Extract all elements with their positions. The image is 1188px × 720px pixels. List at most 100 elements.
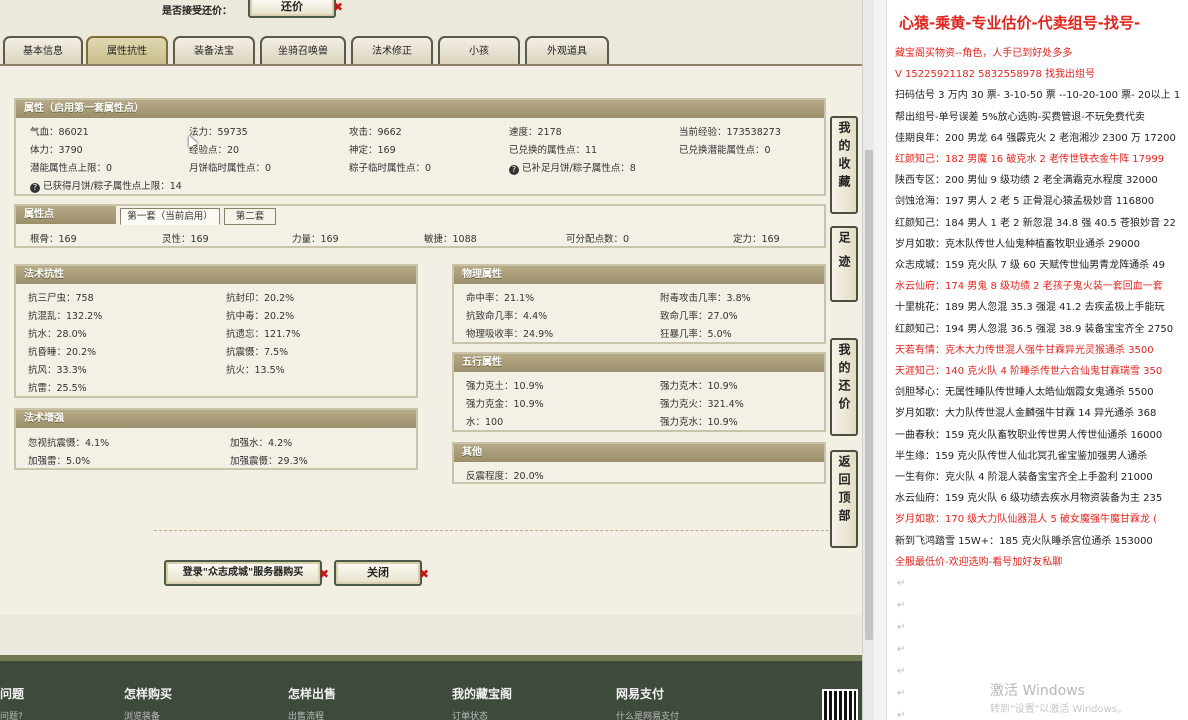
attr-hp: 气血：86021 (30, 127, 89, 138)
footer-link-netease-pay[interactable]: 网易支付 (616, 685, 664, 702)
physical-panel: 物理属性 命中率：21.1% 附毒攻击几率：3.8% 抗致命几率：4.4% 致命… (452, 264, 826, 344)
attr-potential-cap: 潜能属性点上限：0 (30, 163, 113, 174)
side-my-offers-button[interactable]: 我的还价 (830, 338, 858, 436)
paragraph-mark: ↵ (897, 644, 906, 655)
note-line: 岁月如歌：克木队传世人仙鬼种植畜牧职业通杀 29000 (895, 238, 1140, 250)
attr-speed: 速度：2178 (509, 127, 562, 138)
attr-obtained-cap: ? 已获得月饼/粽子属性点上限：14 (30, 178, 182, 193)
note-line: V 15225921182 5832558978 找我出组号 (895, 69, 1095, 81)
activation-watermark-sub: 转到"设置"以激活 Windows。 (990, 704, 1128, 715)
physical-title: 物理属性 (454, 266, 824, 284)
note-line: 半生缘：159 克火队传世人仙北冥孔雀宝鉴加强男人通杀 (895, 450, 1148, 462)
scrollbar-thumb[interactable] (865, 150, 873, 640)
qr-code-icon (822, 689, 858, 720)
note-line: 全服最低价-欢迎选购-看号加好友私聊 (895, 556, 1063, 568)
side-back-to-top-label: 返回顶部 (837, 455, 851, 527)
note-line: 一生有你：克火队 4 阶混人装备宝宝齐全上手盈利 21000 (895, 472, 1153, 483)
close-button[interactable]: 关闭 (334, 560, 422, 586)
attr-exp-points: 经验点：20 (189, 145, 240, 156)
paragraph-mark: ↵ (897, 710, 906, 720)
note-line: 红颜知己：194 男人忽混 36.5 强混 38.9 装备宝宝齐全 2750 (895, 323, 1174, 335)
other-panel: 其他 反震程度：20.0% (452, 442, 826, 484)
side-favorites-button[interactable]: 我的收藏 (830, 116, 858, 214)
note-line: 水云仙府：159 克火队 6 级功绩去疾水月物资装备为主 235 (895, 493, 1163, 505)
boost-cell: 忽视抗震慑：4.1% (28, 438, 110, 449)
window-gap (874, 0, 886, 720)
note-line: 藏宝阁买物资--角色，人手已到好处多多 (895, 48, 1073, 59)
attr-mooncake-temp: 月饼临时属性点：0 (189, 163, 272, 174)
pt-spirit: 灵性：169 (162, 234, 209, 245)
pt-strength: 力量：169 (292, 234, 339, 245)
note-line: 红颜知己：184 男人 1 老 2 新忽混 34.8 强 40.5 苍狼妙音 2… (895, 217, 1176, 229)
attr-zongzi-temp: 粽子临时属性点：0 (349, 163, 432, 174)
footer-sub[interactable]: 出售流程 (288, 709, 324, 720)
tab-spell-mods[interactable]: 法术修正 (351, 36, 433, 66)
note-line: 天涯知己：140 克火队 4 阶睡杀传世六合仙鬼甘霖瑞雪 350 (895, 366, 1163, 377)
res-cell: 抗火：13.5% (226, 365, 285, 376)
pt-assignable: 可分配点数：0 (566, 234, 630, 245)
footer-link-faq[interactable]: 问题 (0, 685, 24, 702)
question-icon[interactable]: ? (30, 183, 40, 193)
elem-cell: 强力克木：10.9% (660, 381, 738, 392)
page-scrollbar[interactable] (862, 0, 874, 720)
tab-points-set2[interactable]: 第二套 (224, 208, 276, 225)
attr-mp: 法力：59735 (189, 127, 248, 138)
boost-cell: 加强雷：5.0% (28, 456, 91, 467)
elem-cell: 水：100 (466, 417, 504, 428)
tab-basic-info[interactable]: 基本信息 (3, 36, 83, 66)
attr-exchanged: 已兑换的属性点：11 (509, 145, 598, 156)
elements-panel: 五行属性 强力克土：10.9% 强力克木：10.9% 强力克金：10.9% 强力… (452, 352, 826, 432)
res-cell: 抗震慑：7.5% (226, 347, 289, 358)
res-cell: 抗风：33.3% (28, 365, 87, 376)
phys-cell: 物理吸收率：24.9% (466, 329, 554, 340)
tab-equipment[interactable]: 装备法宝 (173, 36, 255, 66)
side-back-to-top-button[interactable]: 返回顶部 (830, 450, 858, 548)
tab-appearance[interactable]: 外观道具 (525, 36, 609, 66)
offer-label: 是否接受还价： (162, 6, 232, 17)
note-line: 陕西专区：200 男仙 9 级功绩 2 老全满霜克水程度 32000 (895, 175, 1158, 187)
phys-cell: 命中率：21.1% (466, 293, 535, 304)
footer-sub[interactable]: 问题? (0, 709, 23, 720)
phys-cell: 狂暴几率：5.0% (660, 329, 732, 340)
note-line: 佳期良年：200 男龙 64 强霹克火 2 老泡湘沙 2300 万 17200 (895, 132, 1176, 144)
phys-cell: 附毒攻击几率：3.8% (660, 293, 751, 304)
question-icon[interactable]: ? (509, 165, 519, 175)
footer-sub[interactable]: 浏览装备 (124, 709, 160, 720)
buy-button[interactable]: 登录"众志成城"服务器购买 (164, 560, 322, 586)
paragraph-mark: ↵ (897, 578, 906, 589)
divider (154, 530, 854, 531)
tab-mounts-pets[interactable]: 坐骑召唤兽 (260, 36, 346, 66)
tab-points-set1[interactable]: 第一套（当前启用） (120, 208, 220, 225)
boost-panel: 法术增强 忽视抗震慑：4.1% 加强水：4.2% 加强雷：5.0% 加强震慑：2… (14, 408, 418, 470)
res-cell: 抗雷：25.5% (28, 383, 87, 394)
footer-sub[interactable]: 什么是网易支付 (616, 709, 679, 720)
note-line: 众志成城：159 克火队 7 级 60 天赋传世仙男青龙阵通杀 49 (895, 260, 1165, 271)
side-history-button[interactable]: 足迹 (830, 226, 858, 302)
res-cell: 抗三尸虫：758 (28, 293, 94, 304)
footer-link-how-to-sell[interactable]: 怎样出售 (288, 685, 336, 702)
tab-child[interactable]: 小孩 (438, 36, 520, 66)
note-line: 剑胆琴心：无属性睡队传世睡人太皓仙烟霞女鬼通杀 5500 (895, 387, 1154, 399)
phys-cell: 致命几率：27.0% (660, 311, 738, 322)
resist-panel: 法术抗性 抗三尸虫：758 抗封印：20.2% 抗混乱：132.2% 抗中毒：2… (14, 264, 418, 398)
elem-cell: 强力克水：10.9% (660, 417, 738, 428)
points-title: 属性点 (16, 206, 116, 224)
note-line: 红颜知己：182 男魔 16 破克水 2 老传世铁衣金牛阵 17999 (895, 154, 1165, 165)
offer-row: 是否接受还价： 还价 ✖ (0, 0, 862, 22)
footer-sub[interactable]: 订单状态 (452, 709, 488, 720)
notes-document[interactable]: 心猿-乘黄-专业估价-代卖组号-找号- 藏宝阁买物资--角色，人手已到好处多多 V… (886, 0, 1188, 720)
paragraph-mark: ↵ (897, 666, 906, 677)
note-line: 一曲春秋：159 克火队畜牧职业传世男人传世仙通杀 16000 (895, 429, 1163, 441)
pt-constitution: 根骨：169 (30, 234, 77, 245)
elem-cell: 强力克火：321.4% (660, 399, 744, 410)
tab-attributes[interactable]: 属性抗性 (86, 36, 168, 66)
attr-exp: 当前经验：173538273 (679, 127, 781, 138)
footer-link-how-to-buy[interactable]: 怎样购买 (124, 685, 172, 702)
close-icon: ✖ (333, 0, 344, 14)
boost-cell: 加强水：4.2% (230, 438, 293, 449)
elem-cell: 强力克土：10.9% (466, 381, 544, 392)
footer-link-my-cbg[interactable]: 我的藏宝阁 (452, 685, 512, 702)
note-line: 扫码估号 3 万内 30 票- 3-10-50 票 --10-20-100 票-… (895, 90, 1181, 102)
counter-offer-button[interactable]: 还价 (248, 0, 336, 18)
close-icon: ✖ (319, 567, 330, 581)
